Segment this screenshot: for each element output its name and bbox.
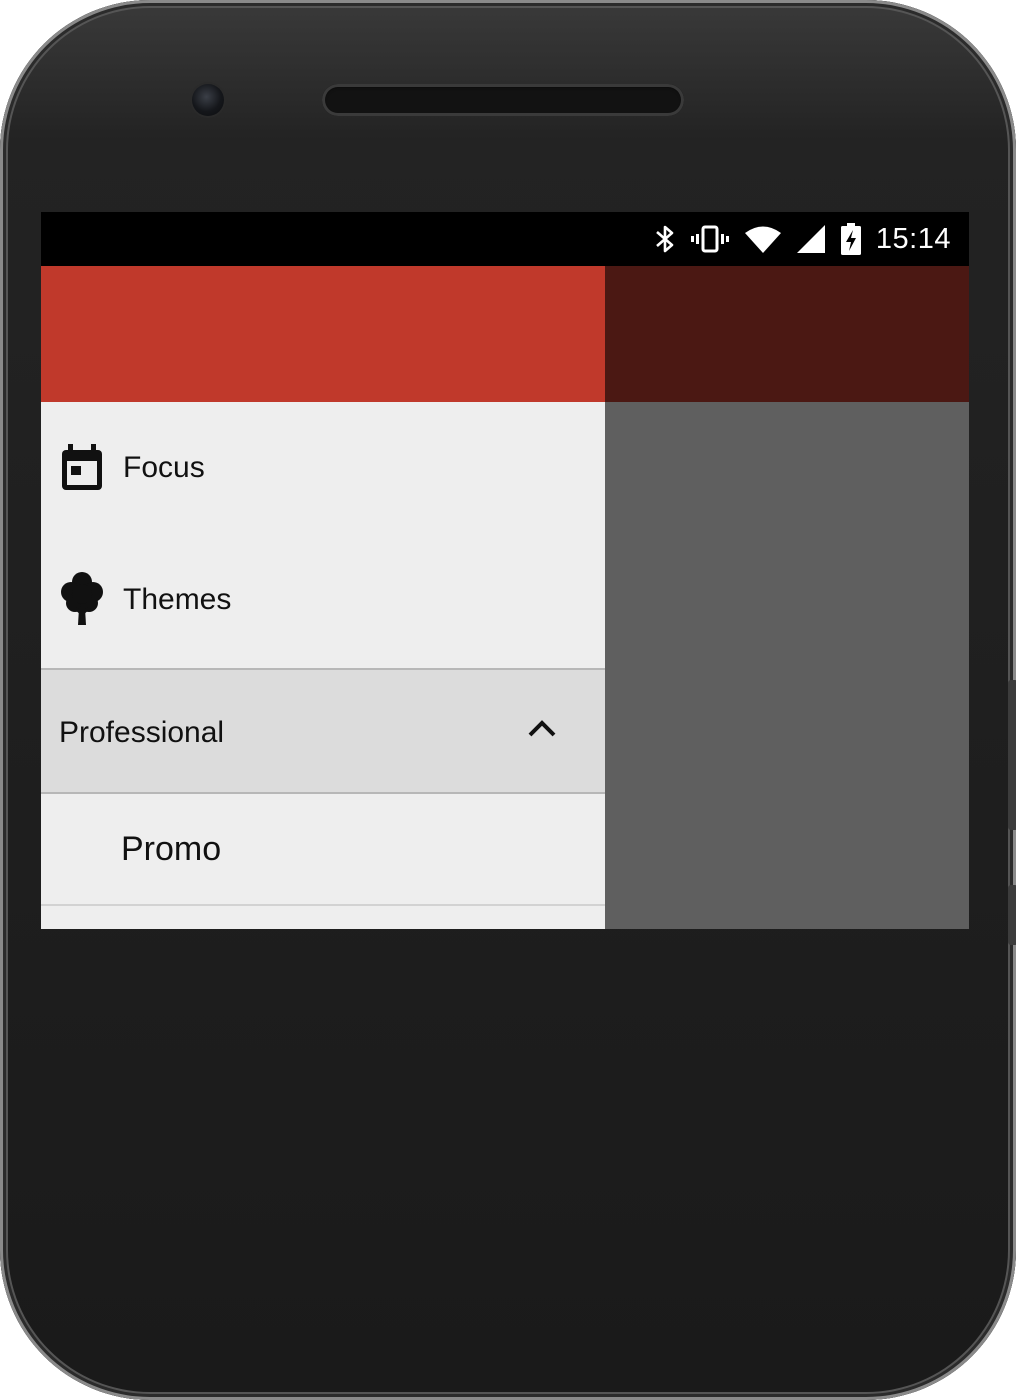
earpiece-speaker (322, 84, 684, 116)
battery-charging-icon (840, 223, 862, 255)
navigation-drawer: Focus Themes Professional Promo (41, 266, 605, 929)
drawer-header (41, 266, 605, 402)
bluetooth-icon (654, 224, 676, 254)
wifi-icon (744, 224, 782, 254)
drawer-subitem-promo[interactable]: Promo (41, 794, 605, 906)
volume-button (1008, 680, 1016, 830)
status-icons: 15:14 (654, 212, 951, 266)
status-clock: 15:14 (875, 222, 951, 255)
drawer-item-themes[interactable]: Themes (41, 534, 605, 666)
vibrate-icon (690, 224, 730, 254)
tree-icon (59, 572, 105, 626)
status-bar: 15:14 (41, 212, 969, 266)
section-professional-header[interactable]: Professional (41, 668, 605, 794)
section-label: Professional (59, 716, 225, 749)
power-button (1008, 885, 1016, 945)
drawer-item-label: Focus (123, 451, 205, 484)
screen: 15:14 Focus Themes Professional Promo (41, 212, 969, 929)
cell-signal-icon (796, 224, 826, 254)
app-toolbar-scrim[interactable] (605, 266, 969, 402)
subitem-label: Promo (121, 830, 222, 868)
front-camera (192, 84, 224, 116)
chevron-up-icon[interactable] (527, 718, 557, 743)
phone-frame: 15:14 Focus Themes Professional Promo (0, 0, 1016, 1400)
calendar-today-icon (59, 442, 105, 494)
drawer-item-label: Themes (123, 583, 232, 616)
app-content-scrim[interactable] (605, 402, 969, 929)
drawer-item-focus[interactable]: Focus (41, 402, 605, 534)
